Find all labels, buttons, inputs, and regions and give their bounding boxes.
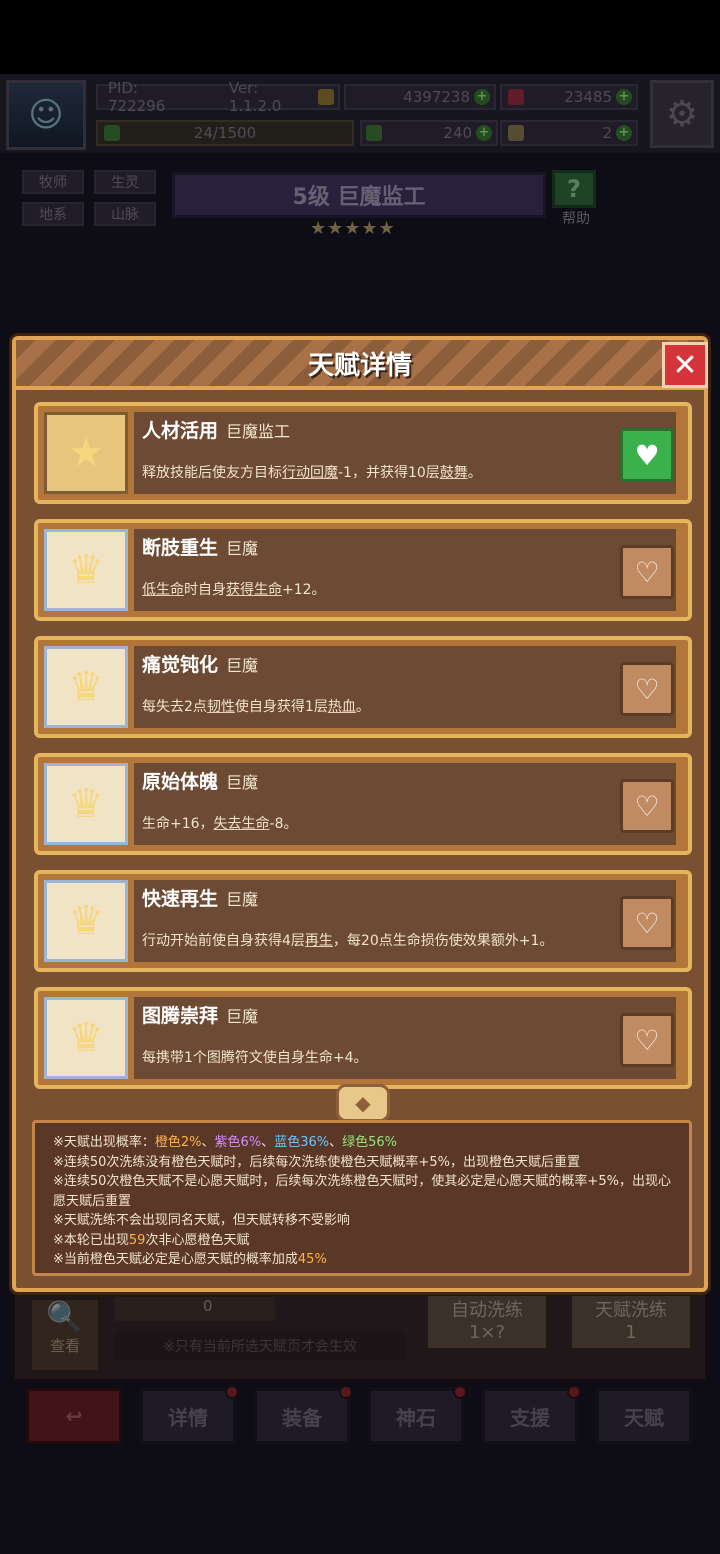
heart-icon: ♡ [634,906,660,940]
modal-header: 天赋详情 [16,340,704,390]
talent-card[interactable]: ♛ 图腾崇拜 巨魔 每携带1个图腾符文使自身生命+4。 ♡ [34,987,692,1089]
talent-content: 人材活用 巨魔监工 释放技能后使友方目标行动回魔-1，并获得10层鼓舞。 [134,412,676,494]
status-bar [0,0,720,74]
talent-card[interactable]: ♛ 原始体魄 巨魔 生命+16，失去生命-8。 ♡ [34,753,692,855]
crown-icon: ♛ [44,880,128,962]
info-line-rates: ※天赋出现概率：橙色2%、紫色6%、蓝色36%、绿色56% [53,1135,398,1150]
heart-icon: ♡ [634,555,660,589]
talent-race: 巨魔 [226,539,259,558]
wish-heart-button[interactable]: ♡ [620,662,674,716]
talent-card[interactable]: ♛ 断肢重生 巨魔 低生命时自身获得生命+12。 ♡ [34,519,692,621]
talent-content: 图腾崇拜 巨魔 每携带1个图腾符文使自身生命+4。 [134,997,676,1079]
talent-name: 图腾崇拜 [142,1005,219,1027]
heart-icon: ♡ [634,1023,660,1057]
crown-icon: ♛ [44,529,128,611]
ornament-icon: ◆ [336,1084,390,1122]
talent-content: 原始体魄 巨魔 生命+16，失去生命-8。 [134,763,676,845]
talent-desc: 行动开始前使自身获得4层再生，每20点生命损伤使效果额外+1。 [142,933,554,949]
talent-desc: 低生命时自身获得生命+12。 [142,582,326,598]
info-line-bonus: ※当前橙色天赋必定是心愿天赋的概率加成45% [53,1252,327,1267]
probability-info: ※天赋出现概率：橙色2%、紫色6%、蓝色36%、绿色56% ※连续50次洗练没有… [32,1120,692,1276]
talent-name: 原始体魄 [142,771,219,793]
crown-icon: ♛ [44,997,128,1079]
star-icon: ★ [44,412,128,494]
modal-title: 天赋详情 [307,350,412,381]
info-line-no-duplicate: ※天赋洗练不会出现同名天赋，但天赋转移不受影响 [53,1213,350,1228]
talent-name: 断肢重生 [142,537,219,559]
talent-desc: 每携带1个图腾符文使自身生命+4。 [142,1050,368,1066]
info-line-wish-pity: ※连续50次橙色天赋不是心愿天赋时，后续每次洗练橙色天赋时，使其必定是心愿天赋的… [53,1174,671,1209]
close-icon: ✕ [672,347,698,383]
talent-race: 巨魔监工 [226,422,291,441]
talent-details-modal: 天赋详情 ✕ ★ 人材活用 巨魔监工 释放技能后使友方目标行动回魔-1，并获得10… [12,336,708,1292]
talent-content: 快速再生 巨魔 行动开始前使自身获得4层再生，每20点生命损伤使效果额外+1。 [134,880,676,962]
talent-name: 痛觉钝化 [142,654,219,676]
talent-desc: 每失去2点韧性使自身获得1层热血。 [142,699,370,715]
crown-icon: ♛ [44,763,128,845]
talent-card[interactable]: ♛ 快速再生 巨魔 行动开始前使自身获得4层再生，每20点生命损伤使效果额外+1。… [34,870,692,972]
heart-icon: ♥ [634,438,660,472]
wish-heart-button[interactable]: ♡ [620,779,674,833]
talent-desc: 生命+16，失去生命-8。 [142,816,298,832]
wish-heart-button[interactable]: ♡ [620,896,674,950]
talent-content: 痛觉钝化 巨魔 每失去2点韧性使自身获得1层热血。 [134,646,676,728]
wish-heart-button[interactable]: ♥ [620,428,674,482]
talent-desc: 释放技能后使友方目标行动回魔-1，并获得10层鼓舞。 [142,465,482,481]
talent-race: 巨魔 [226,656,259,675]
talent-content: 断肢重生 巨魔 低生命时自身获得生命+12。 [134,529,676,611]
wish-heart-button[interactable]: ♡ [620,1013,674,1067]
talent-name: 快速再生 [142,888,219,910]
crown-icon: ♛ [44,646,128,728]
talent-name: 人材活用 [142,420,219,442]
talent-race: 巨魔 [226,1007,259,1026]
close-button[interactable]: ✕ [662,342,708,388]
info-line-count: ※本轮已出现59次非心愿橙色天赋 [53,1232,250,1248]
talent-race: 巨魔 [226,773,259,792]
talent-race: 巨魔 [226,890,259,909]
info-line-pity: ※连续50次洗练没有橙色天赋时，后续每次洗练使橙色天赋概率+5%，出现橙色天赋后… [53,1154,580,1170]
talent-card[interactable]: ★ 人材活用 巨魔监工 释放技能后使友方目标行动回魔-1，并获得10层鼓舞。 ♥ [34,402,692,504]
wish-heart-button[interactable]: ♡ [620,545,674,599]
heart-icon: ♡ [634,789,660,823]
heart-icon: ♡ [634,672,660,706]
talent-card[interactable]: ♛ 痛觉钝化 巨魔 每失去2点韧性使自身获得1层热血。 ♡ [34,636,692,738]
